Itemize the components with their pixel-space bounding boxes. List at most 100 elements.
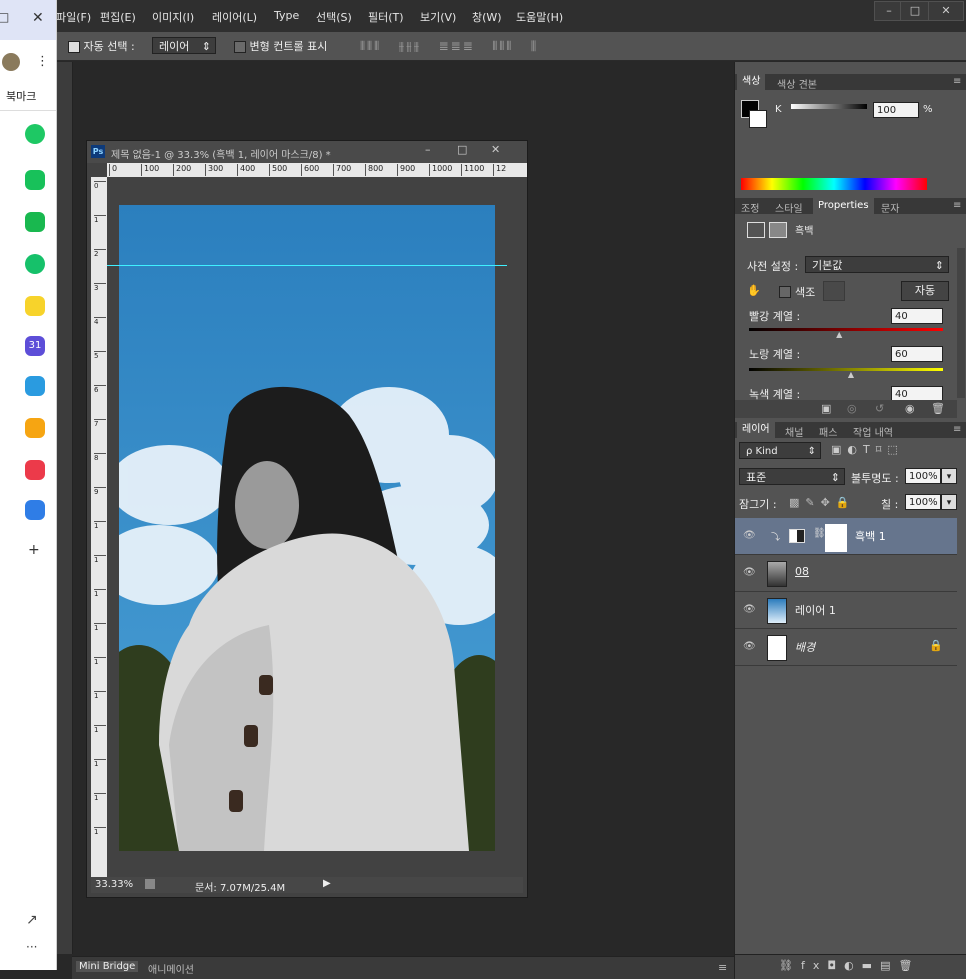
tab-properties[interactable]: Properties (813, 198, 874, 214)
transform-controls-checkbox[interactable]: 변형 컨트롤 표시 (234, 38, 327, 54)
doc-close-icon[interactable]: ✕ (491, 143, 500, 156)
filter-smart-icon[interactable]: ⬚ (887, 443, 903, 456)
red-slider-track[interactable] (749, 328, 943, 331)
yellow-value-field[interactable]: 60 (891, 346, 943, 362)
external-link-icon[interactable]: ↗ (26, 912, 38, 928)
calendar-icon[interactable]: 31 (25, 336, 45, 356)
layer-name[interactable]: 레이어 1 (795, 602, 836, 618)
menu-view[interactable]: 보기(V) (420, 9, 456, 25)
filter-pixel-icon[interactable]: ▣ (831, 443, 847, 456)
layer-filter-dropdown[interactable]: ρ Kind ⇕ (739, 442, 821, 459)
tint-checkbox[interactable] (779, 286, 791, 298)
tab-swatches[interactable]: 색상 견본 (777, 76, 817, 91)
document-canvas[interactable] (119, 205, 495, 851)
eye-icon[interactable]: 👁 (743, 530, 756, 541)
tab-layers[interactable]: 레이어 (737, 422, 775, 438)
layer-row-bw[interactable]: 👁 ⤵ ⛓ 흑백 1 (735, 518, 957, 555)
chain-link-icon[interactable]: ⛓ (813, 528, 826, 539)
ruler-vertical[interactable]: 0 1 2 3 4 5 6 7 8 9 1 1 1 1 1 1 1 1 1 1 (91, 177, 107, 877)
guide-line[interactable] (107, 265, 507, 266)
tab-mini-bridge[interactable]: Mini Bridge (76, 961, 139, 972)
add-mask-icon[interactable]: ◘ (827, 959, 844, 972)
map-icon[interactable] (25, 376, 45, 396)
layer-name[interactable]: 08 (795, 565, 809, 578)
clip-to-layer-icon[interactable]: ▣ (821, 402, 831, 415)
lock-image-icon[interactable]: ✎ (805, 496, 820, 509)
zoom-level[interactable]: 33.33% (95, 879, 133, 890)
eye-icon[interactable]: 👁 (743, 567, 756, 578)
tab-animation[interactable]: 애니메이션 (148, 961, 194, 976)
doc-maximize-icon[interactable]: □ (457, 143, 467, 156)
lock-all-icon[interactable]: 🔒 (836, 496, 856, 509)
layer-filter-icons[interactable]: ▣◐T⌑⬚ (831, 443, 904, 456)
hand-tool-icon[interactable]: ✋ (747, 284, 761, 297)
new-adjustment-icon[interactable]: ◐ (844, 959, 862, 972)
background-color-swatch[interactable] (749, 110, 767, 128)
menu-file[interactable]: 파일(F) (56, 9, 91, 25)
doc-minimize-icon[interactable]: – (425, 143, 431, 156)
distribute-left-icon[interactable]: ⫴⫴⫴ (492, 39, 513, 53)
layer-name[interactable]: 흑백 1 (855, 528, 886, 544)
view-previous-icon[interactable]: ◎ (847, 402, 857, 415)
align-top-icon[interactable]: ⫴⫴⫴ (360, 39, 381, 53)
tab-history[interactable]: 작업 내역 (853, 424, 893, 439)
panel-menu-icon[interactable]: ≡ (953, 76, 961, 87)
layer-row-layer1[interactable]: 👁 레이어 1 (735, 592, 957, 629)
color-value-field[interactable]: 100 (873, 102, 919, 118)
align-distribute-icons[interactable]: ⫴⫴⫴ ⫵⫵⫵ ≣≣≣ ⫴⫴⫴ ⫼ (360, 39, 710, 53)
link-layers-icon[interactable]: ⛓ (779, 959, 801, 972)
play-icon[interactable] (25, 254, 45, 274)
bookmark-label[interactable]: 북마크 (6, 88, 36, 104)
layers-footer-icons[interactable]: ⛓fx◘◐▬▤🗑 (779, 959, 920, 972)
lock-transparent-icon[interactable]: ▩ (789, 496, 805, 509)
tab-styles[interactable]: 스타일 (775, 200, 803, 215)
eye-icon[interactable]: 👁 (743, 641, 756, 652)
tint-color-swatch[interactable] (823, 281, 845, 301)
layer-mask-thumbnail[interactable] (825, 524, 847, 552)
panel-menu-icon[interactable]: ≡ (953, 424, 961, 435)
document-title-bar[interactable]: Ps 제목 없음-1 @ 33.3% (흑백 1, 레이어 마스크/8) * –… (87, 141, 527, 163)
eye-icon[interactable]: 👁 (743, 604, 756, 615)
favorite-icon[interactable] (25, 418, 45, 438)
opacity-dropdown-icon[interactable]: ▾ (941, 468, 957, 484)
naver-icon[interactable] (25, 212, 45, 232)
add-app-icon[interactable]: + (28, 542, 40, 558)
menu-type[interactable]: Type (274, 9, 299, 22)
mask-icon[interactable] (769, 222, 787, 238)
layer-row-background[interactable]: 👁 배경 🔒 (735, 629, 957, 666)
trash-icon[interactable]: 🗑 (898, 959, 920, 972)
auto-select-checkbox[interactable]: 자동 선택 : (68, 38, 135, 54)
avatar[interactable] (2, 53, 20, 71)
more-apps-icon[interactable]: ··· (26, 940, 37, 954)
menu-edit[interactable]: 편집(E) (100, 9, 136, 25)
red-slider-thumb[interactable]: ▲ (836, 330, 842, 339)
new-group-icon[interactable]: ▬ (862, 959, 880, 972)
tab-character[interactable]: 문자 (881, 200, 899, 215)
color-slider-track[interactable] (791, 104, 867, 109)
maximize-button[interactable]: □ (900, 1, 930, 21)
menu-image[interactable]: 이미지(I) (152, 9, 194, 25)
tab-channels[interactable]: 채널 (785, 424, 803, 439)
layer-row-08[interactable]: 👁 08 (735, 555, 957, 592)
chat-icon[interactable] (25, 170, 45, 190)
panel-menu-icon[interactable]: ≡ (718, 961, 727, 974)
layer-thumbnail[interactable] (767, 598, 787, 624)
briefcase-icon[interactable] (25, 500, 45, 520)
lock-icon[interactable]: 🔒 (929, 639, 943, 652)
yellow-slider-track[interactable] (749, 368, 943, 371)
menu-help[interactable]: 도움말(H) (516, 9, 563, 25)
close-window-button[interactable]: ✕ (928, 1, 964, 21)
panel-menu-icon[interactable]: ≡ (953, 200, 961, 211)
status-info-icon[interactable] (145, 879, 155, 889)
lock-icons[interactable]: ▩✎✥🔒 (789, 496, 856, 509)
red-value-field[interactable]: 40 (891, 308, 943, 324)
pocket-icon[interactable] (25, 460, 45, 480)
filter-adjust-icon[interactable]: ◐ (847, 443, 863, 456)
yellow-slider-thumb[interactable]: ▲ (848, 370, 854, 379)
auto-select-dropdown[interactable]: 레이어 ⇕ (152, 37, 216, 54)
trash-icon[interactable]: 🗑 (931, 402, 945, 415)
memo-icon[interactable] (25, 296, 45, 316)
layer-thumbnail[interactable] (767, 561, 787, 587)
opacity-field[interactable]: 100% (905, 468, 941, 484)
tab-color[interactable]: 색상 (737, 74, 766, 90)
